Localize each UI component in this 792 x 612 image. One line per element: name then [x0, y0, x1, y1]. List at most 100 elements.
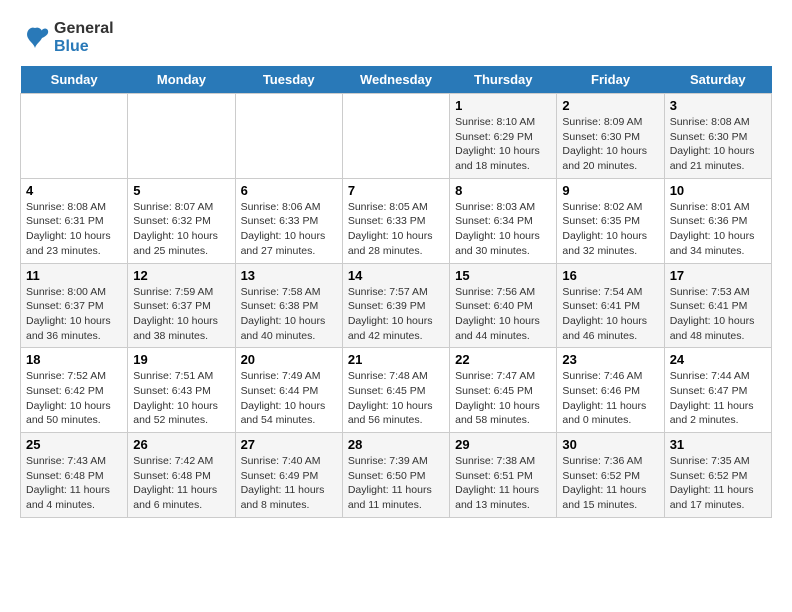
calendar-cell: 18 Sunrise: 7:52 AM Sunset: 6:42 PM Dayli…: [21, 348, 128, 433]
day-info: Sunrise: 8:09 AM Sunset: 6:30 PM Dayligh…: [562, 115, 658, 174]
logo: General Blue: [20, 20, 114, 56]
calendar-cell: 13Sunrise: 7:58 AM Sunset: 6:38 PM Dayli…: [235, 263, 342, 348]
calendar-cell: 5 Sunrise: 8:07 AM Sunset: 6:32 PM Daylig…: [128, 178, 235, 263]
day-number: 3: [670, 98, 766, 113]
calendar-cell: 8 Sunrise: 8:03 AM Sunset: 6:34 PM Daylig…: [450, 178, 557, 263]
calendar-cell: 22 Sunrise: 7:47 AM Sunset: 6:45 PM Dayli…: [450, 348, 557, 433]
calendar-cell: 11 Sunrise: 8:00 AM Sunset: 6:37 PM Dayli…: [21, 263, 128, 348]
day-number: 20: [241, 352, 337, 367]
calendar-cell: 16Sunrise: 7:54 AM Sunset: 6:41 PM Dayli…: [557, 263, 664, 348]
logo-bird-icon: [20, 24, 50, 52]
day-number: 18: [26, 352, 122, 367]
day-info: Sunrise: 7:40 AM Sunset: 6:49 PM Dayligh…: [241, 454, 337, 513]
day-info: Sunrise: 7:52 AM Sunset: 6:42 PM Dayligh…: [26, 369, 122, 428]
day-info: Sunrise: 7:39 AM Sunset: 6:50 PM Dayligh…: [348, 454, 444, 513]
day-number: 5: [133, 183, 229, 198]
calendar-cell: 19 Sunrise: 7:51 AM Sunset: 6:43 PM Dayli…: [128, 348, 235, 433]
calendar-cell: 7Sunrise: 8:05 AM Sunset: 6:33 PM Daylig…: [342, 178, 449, 263]
calendar-week-row: 4 Sunrise: 8:08 AM Sunset: 6:31 PM Daylig…: [21, 178, 772, 263]
day-info: Sunrise: 8:02 AM Sunset: 6:35 PM Dayligh…: [562, 200, 658, 259]
day-header-monday: Monday: [128, 66, 235, 94]
day-number: 8: [455, 183, 551, 198]
calendar-cell: 25 Sunrise: 7:43 AM Sunset: 6:48 PM Dayli…: [21, 433, 128, 518]
day-number: 22: [455, 352, 551, 367]
calendar-week-row: 1 Sunrise: 8:10 AM Sunset: 6:29 PM Daylig…: [21, 94, 772, 179]
day-number: 6: [241, 183, 337, 198]
day-info: Sunrise: 7:48 AM Sunset: 6:45 PM Dayligh…: [348, 369, 444, 428]
day-number: 27: [241, 437, 337, 452]
calendar-cell: 4 Sunrise: 8:08 AM Sunset: 6:31 PM Daylig…: [21, 178, 128, 263]
calendar-cell: 1 Sunrise: 8:10 AM Sunset: 6:29 PM Daylig…: [450, 94, 557, 179]
day-info: Sunrise: 7:46 AM Sunset: 6:46 PM Dayligh…: [562, 369, 658, 428]
logo-text: General Blue: [54, 20, 114, 56]
day-info: Sunrise: 7:53 AM Sunset: 6:41 PM Dayligh…: [670, 285, 766, 344]
calendar-cell: 17 Sunrise: 7:53 AM Sunset: 6:41 PM Dayli…: [664, 263, 771, 348]
day-number: 15: [455, 268, 551, 283]
days-header-row: SundayMondayTuesdayWednesdayThursdayFrid…: [21, 66, 772, 94]
day-header-thursday: Thursday: [450, 66, 557, 94]
calendar-cell: 24 Sunrise: 7:44 AM Sunset: 6:47 PM Dayli…: [664, 348, 771, 433]
day-number: 1: [455, 98, 551, 113]
calendar-cell: 15Sunrise: 7:56 AM Sunset: 6:40 PM Dayli…: [450, 263, 557, 348]
day-info: Sunrise: 7:51 AM Sunset: 6:43 PM Dayligh…: [133, 369, 229, 428]
day-number: 25: [26, 437, 122, 452]
day-number: 11: [26, 268, 122, 283]
calendar-cell: 9Sunrise: 8:02 AM Sunset: 6:35 PM Daylig…: [557, 178, 664, 263]
header: General Blue: [20, 20, 772, 56]
calendar-cell: 30 Sunrise: 7:36 AM Sunset: 6:52 PM Dayli…: [557, 433, 664, 518]
calendar-cell: 2 Sunrise: 8:09 AM Sunset: 6:30 PM Daylig…: [557, 94, 664, 179]
calendar-cell: 14 Sunrise: 7:57 AM Sunset: 6:39 PM Dayli…: [342, 263, 449, 348]
day-header-wednesday: Wednesday: [342, 66, 449, 94]
day-info: Sunrise: 7:49 AM Sunset: 6:44 PM Dayligh…: [241, 369, 337, 428]
calendar-week-row: 25 Sunrise: 7:43 AM Sunset: 6:48 PM Dayli…: [21, 433, 772, 518]
day-number: 2: [562, 98, 658, 113]
day-number: 14: [348, 268, 444, 283]
day-info: Sunrise: 8:00 AM Sunset: 6:37 PM Dayligh…: [26, 285, 122, 344]
day-info: Sunrise: 8:05 AM Sunset: 6:33 PM Dayligh…: [348, 200, 444, 259]
calendar-cell: 28 Sunrise: 7:39 AM Sunset: 6:50 PM Dayli…: [342, 433, 449, 518]
calendar-cell: 21Sunrise: 7:48 AM Sunset: 6:45 PM Dayli…: [342, 348, 449, 433]
day-info: Sunrise: 8:08 AM Sunset: 6:31 PM Dayligh…: [26, 200, 122, 259]
day-number: 19: [133, 352, 229, 367]
day-header-sunday: Sunday: [21, 66, 128, 94]
day-header-saturday: Saturday: [664, 66, 771, 94]
day-info: Sunrise: 8:01 AM Sunset: 6:36 PM Dayligh…: [670, 200, 766, 259]
day-number: 10: [670, 183, 766, 198]
day-info: Sunrise: 7:57 AM Sunset: 6:39 PM Dayligh…: [348, 285, 444, 344]
calendar-table: SundayMondayTuesdayWednesdayThursdayFrid…: [20, 66, 772, 518]
day-number: 30: [562, 437, 658, 452]
calendar-cell: 20 Sunrise: 7:49 AM Sunset: 6:44 PM Dayli…: [235, 348, 342, 433]
calendar-cell: 6 Sunrise: 8:06 AM Sunset: 6:33 PM Daylig…: [235, 178, 342, 263]
calendar-cell: [235, 94, 342, 179]
day-header-friday: Friday: [557, 66, 664, 94]
calendar-cell: 12 Sunrise: 7:59 AM Sunset: 6:37 PM Dayli…: [128, 263, 235, 348]
day-info: Sunrise: 8:10 AM Sunset: 6:29 PM Dayligh…: [455, 115, 551, 174]
calendar-cell: 26Sunrise: 7:42 AM Sunset: 6:48 PM Dayli…: [128, 433, 235, 518]
day-number: 31: [670, 437, 766, 452]
day-info: Sunrise: 8:06 AM Sunset: 6:33 PM Dayligh…: [241, 200, 337, 259]
day-info: Sunrise: 7:44 AM Sunset: 6:47 PM Dayligh…: [670, 369, 766, 428]
day-info: Sunrise: 7:59 AM Sunset: 6:37 PM Dayligh…: [133, 285, 229, 344]
calendar-cell: [128, 94, 235, 179]
calendar-cell: 23Sunrise: 7:46 AM Sunset: 6:46 PM Dayli…: [557, 348, 664, 433]
day-info: Sunrise: 7:43 AM Sunset: 6:48 PM Dayligh…: [26, 454, 122, 513]
calendar-cell: 10 Sunrise: 8:01 AM Sunset: 6:36 PM Dayli…: [664, 178, 771, 263]
calendar-cell: 3Sunrise: 8:08 AM Sunset: 6:30 PM Daylig…: [664, 94, 771, 179]
calendar-week-row: 18 Sunrise: 7:52 AM Sunset: 6:42 PM Dayli…: [21, 348, 772, 433]
calendar-cell: [342, 94, 449, 179]
day-number: 17: [670, 268, 766, 283]
calendar-cell: 29Sunrise: 7:38 AM Sunset: 6:51 PM Dayli…: [450, 433, 557, 518]
day-info: Sunrise: 8:07 AM Sunset: 6:32 PM Dayligh…: [133, 200, 229, 259]
calendar-week-row: 11 Sunrise: 8:00 AM Sunset: 6:37 PM Dayli…: [21, 263, 772, 348]
day-info: Sunrise: 7:36 AM Sunset: 6:52 PM Dayligh…: [562, 454, 658, 513]
day-number: 28: [348, 437, 444, 452]
day-info: Sunrise: 7:35 AM Sunset: 6:52 PM Dayligh…: [670, 454, 766, 513]
day-number: 24: [670, 352, 766, 367]
day-info: Sunrise: 7:47 AM Sunset: 6:45 PM Dayligh…: [455, 369, 551, 428]
day-info: Sunrise: 8:03 AM Sunset: 6:34 PM Dayligh…: [455, 200, 551, 259]
calendar-cell: [21, 94, 128, 179]
day-number: 4: [26, 183, 122, 198]
day-number: 12: [133, 268, 229, 283]
day-info: Sunrise: 7:42 AM Sunset: 6:48 PM Dayligh…: [133, 454, 229, 513]
calendar-cell: 31 Sunrise: 7:35 AM Sunset: 6:52 PM Dayli…: [664, 433, 771, 518]
